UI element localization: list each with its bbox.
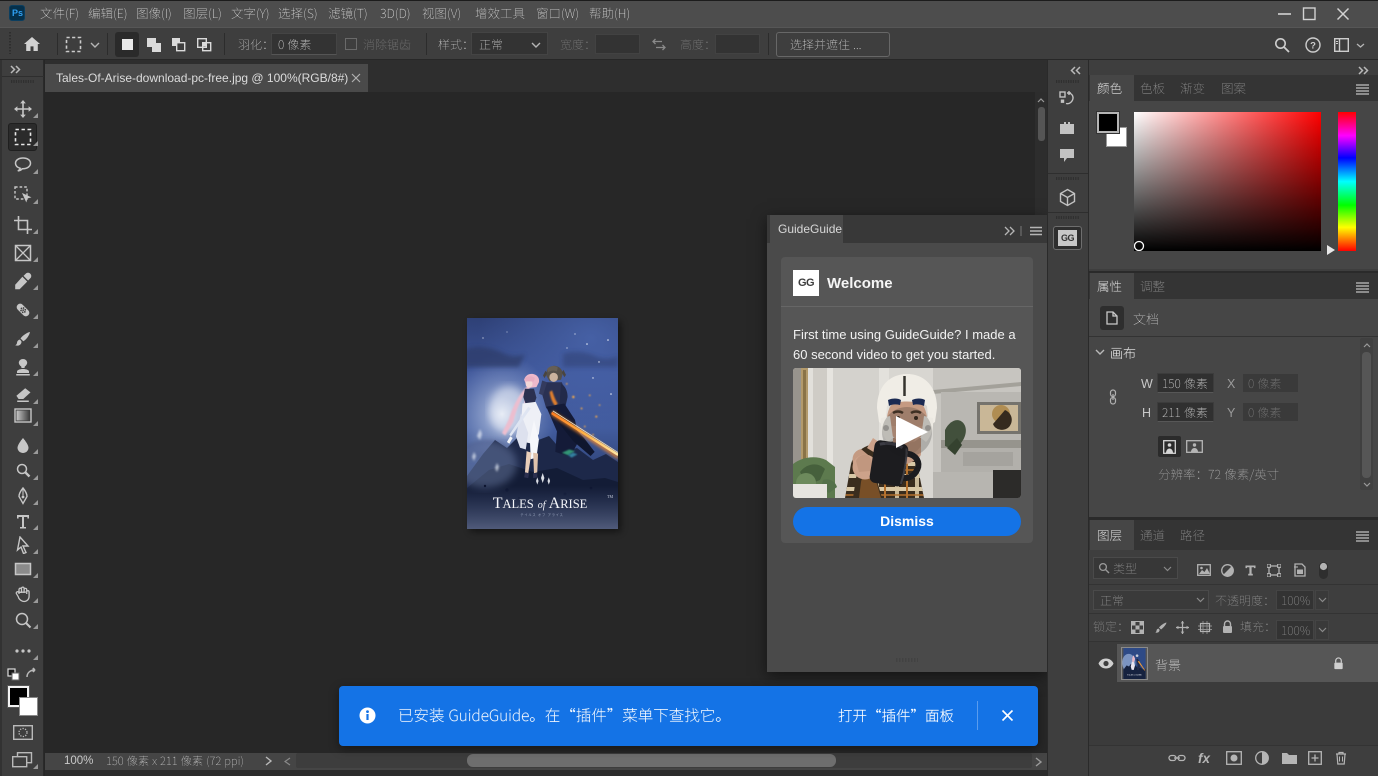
svg-text:?: ? xyxy=(1310,41,1316,52)
svg-text:fx: fx xyxy=(1198,751,1210,766)
svg-text:テイルス オフ アライス: テイルス オフ アライス xyxy=(520,512,563,517)
svg-text:TM: TM xyxy=(607,494,613,499)
